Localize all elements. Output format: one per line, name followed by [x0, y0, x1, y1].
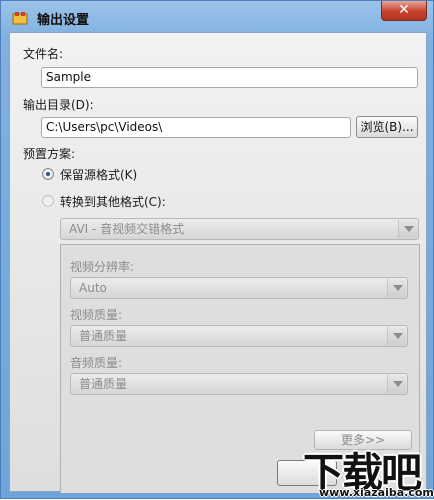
chevron-down-icon[interactable] — [387, 327, 406, 345]
preset-label: 预置方案: — [23, 147, 76, 161]
keep-format-option[interactable]: 保留源格式(K) — [42, 166, 242, 182]
output-dir-label: 输出目录(D): — [23, 98, 94, 112]
window-title: 输出设置 — [37, 13, 90, 28]
convert-format-option[interactable]: 转换到其他格式(C): — [42, 193, 262, 209]
convert-format-label: 转换到其他格式(C): — [60, 195, 166, 209]
chevron-down-icon[interactable] — [387, 279, 406, 297]
dialog-body: 文件名: Sample 输出目录(D): C:\Users\pc\Videos\… — [9, 32, 427, 493]
watermark-url: www.xiazaiba.com — [319, 486, 434, 499]
close-button[interactable]: ✕ — [381, 1, 427, 21]
audio-quality-select[interactable]: 普通质量 — [70, 373, 408, 395]
video-quality-select-value: 普通质量 — [79, 329, 128, 343]
resolution-label: 视频分辨率: — [70, 260, 135, 274]
app-icon — [12, 12, 28, 25]
video-quality-select[interactable]: 普通质量 — [70, 325, 408, 347]
audio-quality-label: 音频质量: — [70, 356, 123, 370]
format-select-value: AVI - 音视频交错格式 — [69, 222, 185, 236]
browse-button[interactable]: 浏览(B)... — [356, 116, 418, 138]
keep-format-label: 保留源格式(K) — [60, 168, 138, 182]
resolution-select[interactable]: Auto — [70, 277, 408, 299]
output-dir-input[interactable]: C:\Users\pc\Videos\ — [41, 117, 351, 138]
chevron-down-icon[interactable] — [398, 220, 417, 238]
resolution-select-value: Auto — [79, 281, 107, 295]
video-quality-label: 视频质量: — [70, 308, 123, 322]
format-select[interactable]: AVI - 音视频交错格式 — [60, 218, 419, 240]
output-settings-window: 输出设置 ✕ 文件名: Sample 输出目录(D): C:\Users\pc\… — [0, 0, 434, 499]
keep-format-radio[interactable] — [42, 168, 54, 180]
chevron-down-icon[interactable] — [387, 375, 406, 393]
convert-format-radio[interactable] — [42, 195, 54, 207]
watermark: 下载吧 www.xiazaiba.com — [301, 439, 434, 500]
audio-quality-select-value: 普通质量 — [79, 377, 128, 391]
filename-label: 文件名: — [23, 47, 64, 61]
title-bar: 输出设置 ✕ — [1, 1, 433, 33]
filename-input[interactable]: Sample — [41, 67, 418, 88]
